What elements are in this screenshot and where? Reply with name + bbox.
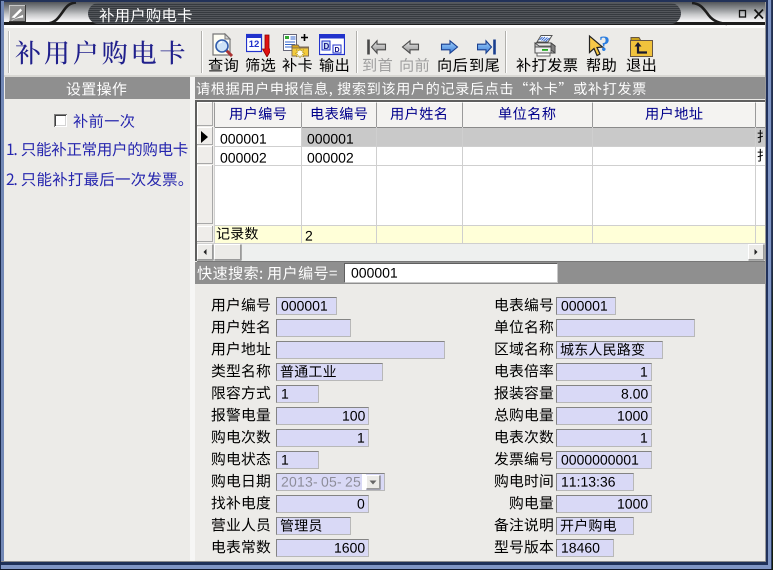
svg-text:D: D [335,47,340,54]
svg-text:?: ? [599,33,610,56]
svg-text:12: 12 [249,39,260,50]
svg-text:D: D [324,42,330,51]
